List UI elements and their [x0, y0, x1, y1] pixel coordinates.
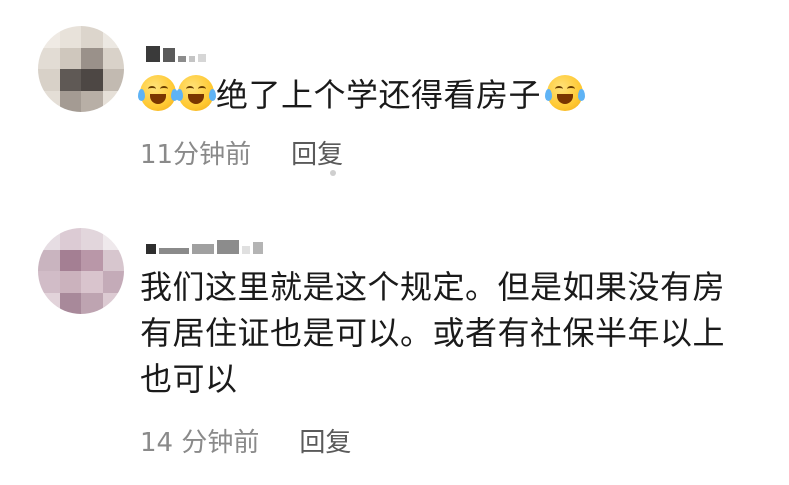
username[interactable]: [146, 40, 206, 62]
comment-meta: 14 分钟前 回复: [140, 422, 351, 459]
timestamp: 11分钟前: [140, 140, 252, 170]
comment-line: 我们这里就是这个规定。但是如果没有房: [140, 268, 726, 306]
comment-text: 绝了上个学还得看房子: [138, 72, 586, 118]
laugh-cry-icon: [176, 75, 216, 111]
timestamp: 14 分钟前: [140, 428, 260, 458]
laugh-cry-icon: [545, 75, 586, 111]
avatar[interactable]: [38, 26, 124, 112]
laugh-cry-icon: [138, 75, 178, 111]
comment-text: 我们这里就是这个规定。但是如果没有房 有居住证也是可以。或者有社保半年以上 也可…: [140, 264, 725, 402]
username[interactable]: [146, 232, 263, 254]
comment-item: 我们这里就是这个规定。但是如果没有房 有居住证也是可以。或者有社保半年以上 也可…: [0, 200, 789, 485]
comment-item: 绝了上个学还得看房子 11分钟前 回复: [0, 0, 789, 200]
comment-line: 绝了上个学还得看房子: [216, 76, 542, 114]
comment-meta: 11分钟前 回复: [140, 134, 343, 171]
comment-line: 有居住证也是可以。或者有社保半年以上: [140, 314, 726, 352]
reply-button[interactable]: 回复: [299, 422, 351, 459]
comment-thread: { "comments": [ { "username": "蚰,", "tex…: [0, 0, 789, 485]
avatar[interactable]: [38, 228, 124, 314]
comment-line: 也可以: [140, 360, 238, 398]
reply-button[interactable]: 回复: [291, 134, 343, 171]
separator-dot: [330, 170, 336, 176]
